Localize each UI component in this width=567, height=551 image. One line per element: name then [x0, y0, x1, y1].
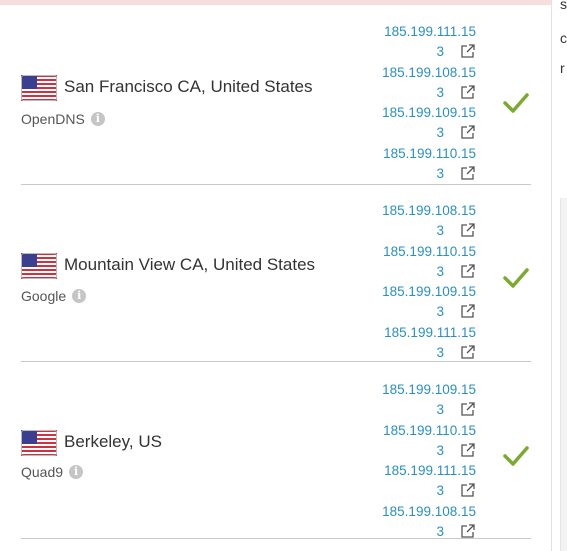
external-link-icon[interactable] — [460, 43, 476, 59]
ip-entry: 185.199.108.15 3 — [382, 502, 478, 543]
location-name: San Francisco CA, United States — [64, 77, 313, 96]
ip-entry: 185.199.110.15 3 — [383, 144, 478, 185]
ip-link[interactable]: 185.199.111.15 — [384, 22, 476, 41]
ip-entry: 185.199.110.15 3 — [383, 242, 478, 283]
truncated-text: s — [560, 0, 567, 12]
check-icon — [503, 93, 529, 113]
ip-link-wrap[interactable]: 3 — [436, 343, 444, 362]
ip-link[interactable]: 185.199.109.15 — [382, 380, 476, 399]
ip-entry: 185.199.110.15 3 — [383, 421, 478, 462]
location-name: Mountain View CA, United States — [64, 255, 316, 274]
external-link-icon[interactable] — [460, 263, 476, 279]
ip-entry: 185.199.111.15 3 — [383, 461, 478, 502]
ip-link-wrap[interactable]: 3 — [436, 441, 444, 460]
provider-name: OpenDNS — [21, 111, 85, 127]
ip-link[interactable]: 185.199.108.15 — [382, 201, 476, 220]
row-divider — [21, 184, 531, 185]
external-link-icon[interactable] — [460, 482, 476, 498]
external-link-icon[interactable] — [460, 222, 476, 238]
ip-link-wrap[interactable]: 3 — [436, 164, 444, 183]
ip-entry: 185.199.109.15 3 — [382, 282, 478, 323]
ip-entry: 185.199.111.15 3 — [383, 22, 478, 63]
provider-name: Google — [21, 288, 67, 304]
external-link-icon[interactable] — [460, 344, 476, 360]
ip-list: 185.199.108.15 3 185.199.110.15 3 185.19… — [382, 201, 478, 364]
ip-link-wrap[interactable]: 3 — [436, 302, 444, 321]
ip-entry: 185.199.111.15 3 — [383, 323, 478, 364]
ip-list: 185.199.109.15 3 185.199.110.15 3 185.19… — [382, 380, 478, 543]
external-link-icon[interactable] — [460, 523, 476, 539]
dns-result-row: Mountain View CA, United States Google i… — [21, 189, 531, 367]
external-link-icon[interactable] — [460, 124, 476, 140]
external-link-icon[interactable] — [460, 303, 476, 319]
ip-link-wrap[interactable]: 3 — [436, 221, 444, 240]
dns-result-row: San Francisco CA, United States OpenDNS … — [21, 10, 531, 188]
ip-link[interactable]: 185.199.111.15 — [384, 323, 476, 342]
ip-entry: 185.199.108.15 3 — [382, 201, 478, 242]
ip-entry: 185.199.108.15 3 — [382, 63, 478, 104]
info-icon[interactable]: i — [90, 112, 105, 126]
dns-result-row: Berkeley, US Quad9 i 185.199.109.15 3 18… — [21, 368, 531, 546]
us-flag-icon — [21, 253, 57, 279]
ip-link-wrap[interactable]: 3 — [436, 42, 444, 61]
check-icon — [503, 268, 529, 288]
external-link-icon[interactable] — [460, 165, 476, 181]
ip-link-wrap[interactable]: 3 — [436, 83, 444, 102]
dns-provider: Quad9 i — [21, 464, 84, 480]
ip-link[interactable]: 185.199.110.15 — [383, 144, 476, 163]
truncated-text: c — [560, 30, 567, 46]
location-name: Berkeley, US — [64, 432, 162, 451]
external-link-icon[interactable] — [460, 84, 476, 100]
ip-entry: 185.199.109.15 3 — [382, 103, 478, 144]
external-link-icon[interactable] — [460, 401, 476, 417]
dns-provider: OpenDNS i — [21, 111, 105, 127]
row-divider — [21, 361, 531, 362]
ip-link[interactable]: 185.199.108.15 — [382, 63, 476, 82]
ip-link[interactable]: 185.199.111.15 — [384, 461, 476, 480]
truncated-text: r — [560, 60, 565, 76]
check-icon — [503, 446, 529, 466]
ip-link[interactable]: 185.199.108.15 — [382, 502, 476, 521]
provider-name: Quad9 — [21, 464, 64, 480]
ip-entry: 185.199.109.15 3 — [382, 380, 478, 421]
ip-link[interactable]: 185.199.109.15 — [382, 103, 476, 122]
dns-results-panel: San Francisco CA, United States OpenDNS … — [0, 5, 552, 551]
ip-link[interactable]: 185.199.109.15 — [382, 282, 476, 301]
ip-link[interactable]: 185.199.110.15 — [383, 242, 476, 261]
ip-link-wrap[interactable]: 3 — [436, 481, 444, 500]
adjacent-card-edge — [560, 198, 567, 551]
dns-provider: Google i — [21, 288, 87, 304]
external-link-icon[interactable] — [460, 442, 476, 458]
ip-list: 185.199.111.15 3 185.199.108.15 3 185.19… — [382, 22, 478, 185]
info-icon[interactable]: i — [69, 465, 84, 479]
ip-link-wrap[interactable]: 3 — [436, 123, 444, 142]
us-flag-icon — [21, 75, 57, 101]
us-flag-icon — [21, 430, 57, 456]
ip-link[interactable]: 185.199.110.15 — [383, 421, 476, 440]
info-icon[interactable]: i — [72, 289, 87, 303]
row-divider — [21, 538, 531, 539]
ip-link-wrap[interactable]: 3 — [436, 262, 444, 281]
ip-link-wrap[interactable]: 3 — [436, 400, 444, 419]
